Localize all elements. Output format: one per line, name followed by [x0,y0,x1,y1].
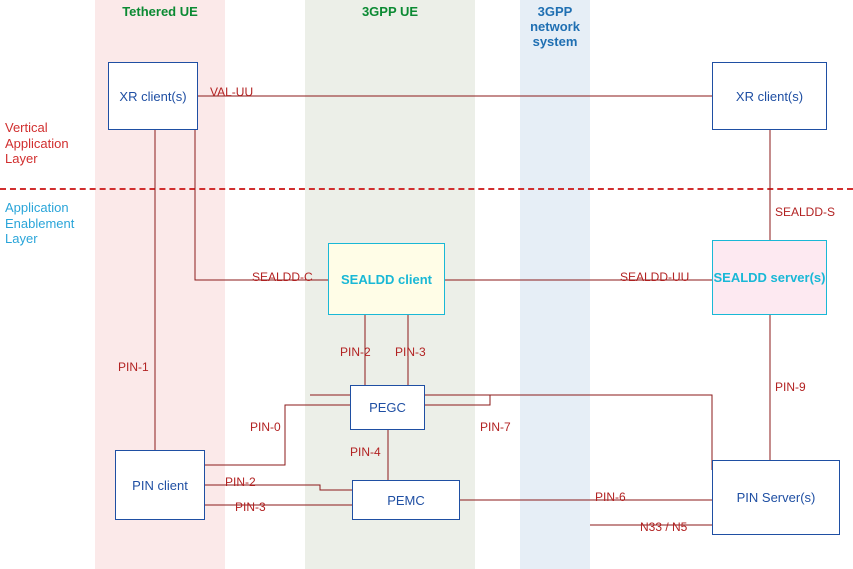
label-pin-0: PIN-0 [250,420,281,434]
label-pin-7: PIN-7 [480,420,511,434]
label-n33-n5: N33 / N5 [640,520,687,534]
node-label: PIN client [132,478,188,493]
vertical-application-layer-label: Vertical Application Layer [5,120,69,167]
label-pin-2-left: PIN-2 [225,475,256,489]
node-label: PEGC [369,400,406,415]
label-pin-4: PIN-4 [350,445,381,459]
layer-divider [0,188,853,190]
node-label: PEMC [387,493,425,508]
label-pin-1: PIN-1 [118,360,149,374]
application-enablement-layer-label: Application Enablement Layer [5,200,74,247]
label-pin-3: PIN-3 [395,345,426,359]
node-xr-client-right: XR client(s) [712,62,827,130]
layer-line: Application [5,200,69,215]
node-label: XR client(s) [736,89,803,104]
node-sealdd-client: SEALDD client [328,243,445,315]
layer-line: Application [5,136,69,151]
node-pegc: PEGC [350,385,425,430]
layer-line: Layer [5,231,38,246]
label-pin-2: PIN-2 [340,345,371,359]
label-sealdd-c: SEALDD-C [252,270,313,284]
node-pemc: PEMC [352,480,460,520]
label-sealdd-s: SEALDD-S [775,205,835,219]
diagram-canvas: Tethered UE 3GPP UE 3GPP network system … [0,0,853,569]
node-label: SEALDD client [341,272,432,287]
column-header-tethered: Tethered UE [95,4,225,19]
node-sealdd-server: SEALDD server(s) [712,240,827,315]
node-pin-client: PIN client [115,450,205,520]
label-sealdd-uu: SEALDD-UU [620,270,689,284]
label-pin-6: PIN-6 [595,490,626,504]
node-label: PIN Server(s) [737,490,816,505]
node-label: XR client(s) [119,89,186,104]
node-xr-client-left: XR client(s) [108,62,198,130]
layer-line: Layer [5,151,38,166]
node-label: SEALDD server(s) [714,270,826,285]
layer-line: Vertical [5,120,48,135]
column-header-3gpp-network: 3GPP network system [520,4,590,49]
column-3gpp-network: 3GPP network system [520,0,590,569]
label-pin-9: PIN-9 [775,380,806,394]
column-header-3gpp-ue: 3GPP UE [305,4,475,19]
label-val-uu: VAL-UU [210,85,253,99]
node-pin-server: PIN Server(s) [712,460,840,535]
layer-line: Enablement [5,216,74,231]
label-pin-3-left: PIN-3 [235,500,266,514]
